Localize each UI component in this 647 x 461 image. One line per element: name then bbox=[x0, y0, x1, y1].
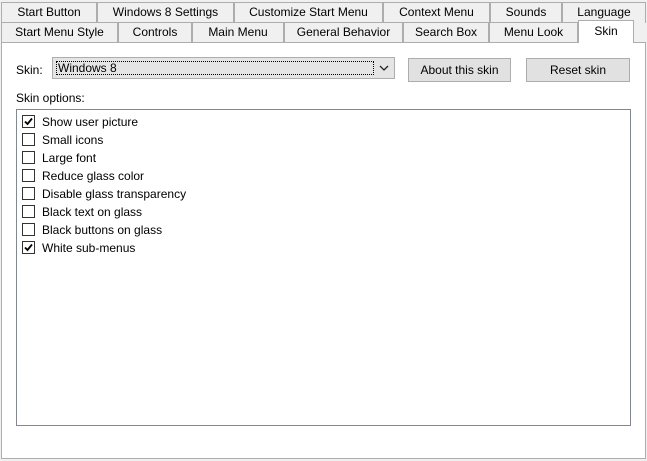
tab-customize-start-menu[interactable]: Customize Start Menu bbox=[234, 2, 383, 23]
checkbox-unchecked[interactable] bbox=[22, 205, 35, 218]
tab-start-menu-style[interactable]: Start Menu Style bbox=[1, 22, 118, 43]
checkmark-icon bbox=[24, 117, 33, 126]
checkbox-unchecked[interactable] bbox=[22, 187, 35, 200]
option-label: Large font bbox=[42, 151, 97, 165]
skin-select[interactable]: Windows 8 bbox=[52, 57, 395, 79]
tab-sounds[interactable]: Sounds bbox=[490, 2, 562, 23]
option-label: Black buttons on glass bbox=[42, 223, 163, 237]
checkbox-unchecked[interactable] bbox=[22, 151, 35, 164]
about-skin-button[interactable]: About this skin bbox=[408, 58, 511, 82]
option-label: Reduce glass color bbox=[42, 169, 145, 183]
checkmark-icon bbox=[24, 243, 33, 252]
tab-general-behavior[interactable]: General Behavior bbox=[284, 22, 403, 43]
tab-windows-8-settings[interactable]: Windows 8 Settings bbox=[97, 2, 234, 23]
skin-options-list[interactable]: Show user picture Small icons Large font… bbox=[16, 109, 631, 426]
reset-skin-button[interactable]: Reset skin bbox=[526, 58, 630, 82]
tab-start-button[interactable]: Start Button bbox=[1, 2, 97, 23]
checkbox-unchecked[interactable] bbox=[22, 169, 35, 182]
tab-skin[interactable]: Skin bbox=[578, 20, 634, 43]
checkbox-checked[interactable] bbox=[22, 115, 35, 128]
checkbox-unchecked[interactable] bbox=[22, 133, 35, 146]
option-label: Small icons bbox=[42, 133, 104, 147]
checkbox-unchecked[interactable] bbox=[22, 223, 35, 236]
option-label: Disable glass transparency bbox=[42, 187, 187, 201]
tab-menu-look[interactable]: Menu Look bbox=[489, 22, 578, 43]
option-label: Show user picture bbox=[42, 115, 139, 129]
chevron-down-icon bbox=[379, 65, 389, 71]
option-label: White sub-menus bbox=[42, 241, 136, 255]
skin-label: Skin: bbox=[16, 63, 43, 77]
option-label: Black text on glass bbox=[42, 205, 143, 219]
skin-options-label: Skin options: bbox=[16, 91, 85, 105]
tab-main-menu[interactable]: Main Menu bbox=[192, 22, 284, 43]
tab-context-menu[interactable]: Context Menu bbox=[383, 2, 490, 23]
checkbox-checked[interactable] bbox=[22, 241, 35, 254]
tab-controls[interactable]: Controls bbox=[118, 22, 192, 43]
skin-select-value: Windows 8 bbox=[56, 61, 374, 75]
tab-search-box[interactable]: Search Box bbox=[403, 22, 489, 43]
